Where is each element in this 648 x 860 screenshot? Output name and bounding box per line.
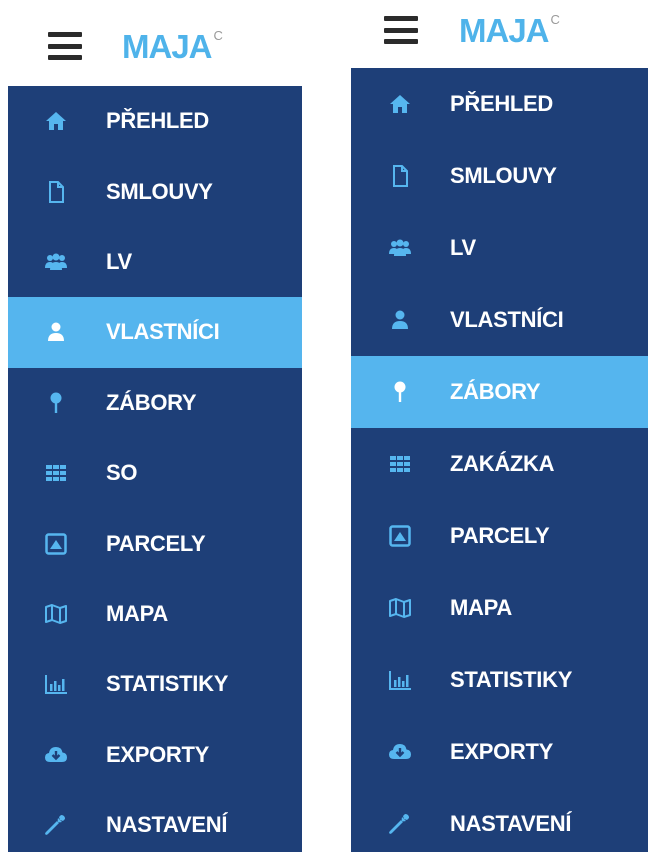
sidebar-item-parcely[interactable]: PARCELY [8,508,302,578]
map-icon [388,596,412,620]
sidebar-item-mapa[interactable]: MAPA [8,579,302,649]
cloud-download-icon [388,740,412,764]
sidebar-item-label: ZÁBORY [450,379,541,404]
hamburger-menu-icon[interactable] [384,16,418,44]
sidebar-item-label: LV [450,235,476,260]
left-nav-menu: PŘEHLED SMLOUVY LV VLASTNÍCI ZÁBORY SO PARCELY… [8,86,302,852]
sidebar-item-vlastnici[interactable]: VLASTNÍCI [351,284,648,356]
sidebar-item-nastaveni[interactable]: NASTAVENÍ [351,788,648,860]
cloud-download-icon [44,743,68,767]
sidebar-item-label: VLASTNÍCI [106,319,220,345]
sidebar-item-label: STATISTIKY [450,667,573,692]
sidebar-item-parcely[interactable]: PARCELY [351,500,648,572]
sidebar-item-label: EXPORTY [450,739,554,764]
sidebar-item-label: ZAKÁZKA [450,451,555,476]
sidebar-item-vlastnici[interactable]: VLASTNÍCI [8,297,302,368]
sidebar-item-statistiky[interactable]: STATISTIKY [351,644,648,716]
sidebar-item-label: NASTAVENÍ [450,811,572,836]
sidebar-item-label: SO [106,460,138,486]
sidebar-item-label: ZÁBORY [106,389,197,415]
sidebar-item-lv[interactable]: LV [8,227,302,297]
right-sidebar-panel: MAJA C PŘEHLED SMLOUVY LV VLASTNÍCI ZÁBORY ZAK… [351,0,648,852]
app-logo[interactable]: MAJA C [459,13,560,47]
wrench-icon [44,813,68,837]
sidebar-item-label: PARCELY [450,523,550,548]
sidebar-item-exporty[interactable]: EXPORTY [8,720,302,790]
sidebar-item-label: NASTAVENÍ [106,812,228,838]
sidebar-item-label: LV [106,248,132,274]
sidebar-item-zabory[interactable]: ZÁBORY [8,368,302,438]
sidebar-item-prehled[interactable]: PŘEHLED [351,68,648,140]
map-icon [44,602,68,626]
left-sidebar-panel: MAJA C PŘEHLED SMLOUVY LV VLASTNÍCI ZÁBORY SO P… [8,0,302,852]
sidebar-item-label: PŘEHLED [450,91,554,116]
document-icon [388,164,412,188]
map-pin-icon [388,380,412,404]
users-icon [388,236,412,260]
document-icon [44,180,68,204]
sidebar-item-prehled[interactable]: PŘEHLED [8,86,302,156]
sidebar-item-mapa[interactable]: MAPA [351,572,648,644]
right-nav-menu: PŘEHLED SMLOUVY LV VLASTNÍCI ZÁBORY ZAKÁZKA PA… [351,68,648,852]
bar-chart-icon [388,668,412,692]
bar-chart-icon [44,672,68,696]
home-icon [388,92,412,116]
parcel-icon [388,524,412,548]
sidebar-item-smlouvy[interactable]: SMLOUVY [351,140,648,212]
sidebar-item-label: STATISTIKY [106,671,229,697]
app-logo[interactable]: MAJA C [122,29,223,63]
grid-icon [44,461,68,485]
home-icon [44,109,68,133]
parcel-icon [44,532,68,556]
sidebar-item-exporty[interactable]: EXPORTY [351,716,648,788]
map-pin-icon [44,391,68,415]
sidebar-item-label: MAPA [450,595,512,620]
sidebar-item-label: PŘEHLED [106,108,210,134]
grid-icon [388,452,412,476]
sidebar-item-statistiky[interactable]: STATISTIKY [8,649,302,719]
wrench-icon [388,812,412,836]
sidebar-item-lv[interactable]: LV [351,212,648,284]
sidebar-item-zakazka[interactable]: ZAKÁZKA [351,428,648,500]
sidebar-item-label: PARCELY [106,530,206,556]
user-icon [388,308,412,332]
sidebar-item-nastaveni[interactable]: NASTAVENÍ [8,790,302,860]
sidebar-item-zabory[interactable]: ZÁBORY [351,356,648,428]
sidebar-item-label: SMLOUVY [450,163,557,188]
sidebar-item-smlouvy[interactable]: SMLOUVY [8,156,302,226]
sidebar-item-so[interactable]: SO [8,438,302,508]
sidebar-item-label: EXPORTY [106,741,210,767]
sidebar-item-label: MAPA [106,600,168,626]
hamburger-menu-icon[interactable] [48,32,82,60]
user-icon [44,320,68,344]
sidebar-item-label: VLASTNÍCI [450,307,564,332]
sidebar-item-label: SMLOUVY [106,178,213,204]
users-icon [44,250,68,274]
